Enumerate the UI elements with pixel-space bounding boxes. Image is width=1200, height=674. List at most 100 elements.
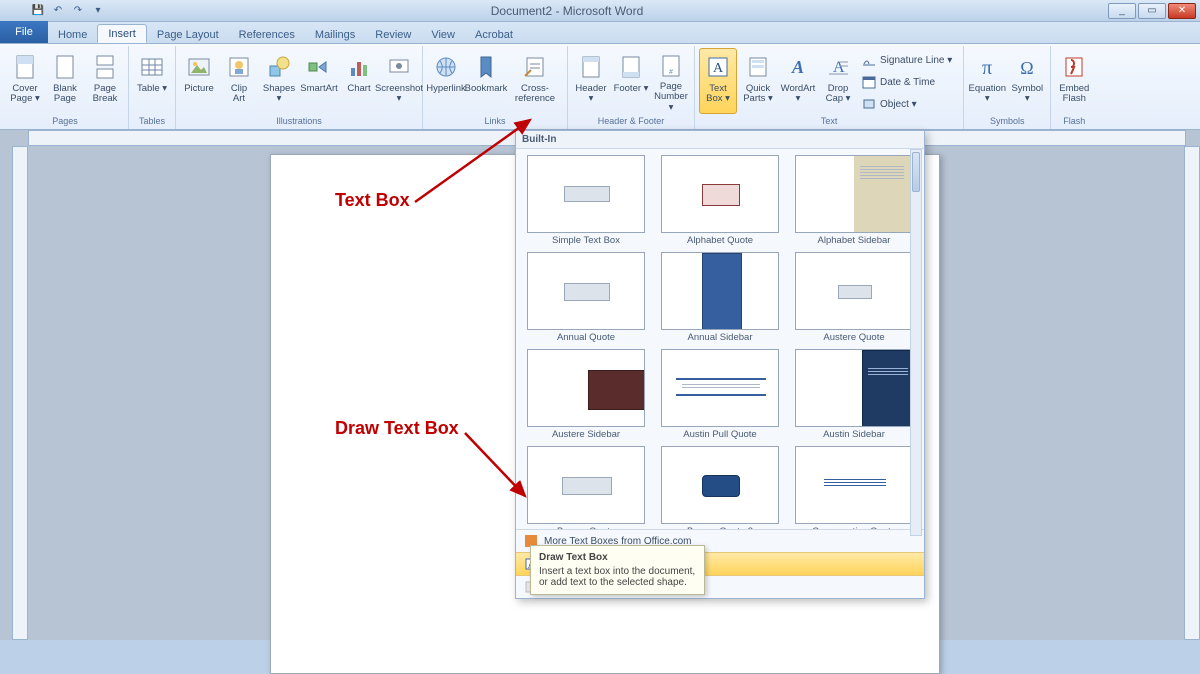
page-number-button[interactable]: # Page Number ▾: [652, 48, 690, 114]
gallery-scrollbar[interactable]: [910, 149, 922, 536]
tab-page-layout[interactable]: Page Layout: [147, 26, 229, 43]
gallery-item-conservative-quote[interactable]: Conservative Quote: [790, 446, 918, 529]
signature-line-button[interactable]: Signature Line ▾: [859, 50, 959, 70]
object-button[interactable]: Object ▾: [859, 94, 959, 114]
screenshot-icon: [385, 53, 413, 81]
ribbon-tab-strip: File Home Insert Page Layout References …: [0, 22, 1200, 44]
cover-page-icon: [11, 53, 39, 81]
svg-text:A: A: [713, 61, 724, 76]
tab-review[interactable]: Review: [365, 26, 421, 43]
svg-text:#: #: [669, 69, 673, 76]
gallery-item-simple-text-box[interactable]: Simple Text Box: [522, 155, 650, 246]
picture-icon: [185, 53, 213, 81]
gallery-item-annual-sidebar[interactable]: Annual Sidebar: [656, 252, 784, 343]
shapes-button[interactable]: Shapes ▾: [260, 48, 298, 114]
gallery-item-austin-pull-quote[interactable]: Austin Pull Quote: [656, 349, 784, 440]
gallery-item-austere-quote[interactable]: Austere Quote: [790, 252, 918, 343]
quick-parts-button[interactable]: Quick Parts ▾: [739, 48, 777, 114]
bookmark-icon: [472, 53, 500, 81]
group-pages: Cover Page ▾ Blank Page Page Break Pages: [2, 46, 129, 129]
screenshot-button[interactable]: Screenshot ▾: [380, 48, 418, 114]
quick-access-toolbar: W 💾 ↶ ↷ ▾: [26, 2, 106, 18]
svg-text:π: π: [982, 57, 992, 79]
cover-page-button[interactable]: Cover Page ▾: [6, 48, 44, 114]
table-button[interactable]: Table ▾: [133, 48, 171, 114]
symbol-icon: Ω: [1013, 53, 1041, 81]
group-text-label: Text: [695, 116, 963, 128]
window-maximize-button[interactable]: ▭: [1138, 3, 1166, 19]
ruler-vertical-left[interactable]: [12, 146, 28, 640]
cross-reference-button[interactable]: Cross-reference: [507, 48, 563, 114]
tab-insert[interactable]: Insert: [97, 24, 147, 43]
ribbon: Cover Page ▾ Blank Page Page Break Pages…: [0, 44, 1200, 130]
footer-button[interactable]: Footer ▾: [612, 48, 650, 114]
group-links: Hyperlink Bookmark Cross-reference Links: [423, 46, 568, 129]
text-box-button[interactable]: A Text Box ▾: [699, 48, 737, 114]
bookmark-button[interactable]: Bookmark: [467, 48, 505, 114]
text-box-icon: A: [704, 53, 732, 81]
gallery-grid: Simple Text Box Alphabet Quote Alphabet …: [516, 149, 924, 529]
window-title: Document2 - Microsoft Word: [491, 4, 644, 18]
equation-icon: π: [973, 53, 1001, 81]
qat-undo-button[interactable]: ↶: [50, 2, 66, 18]
gallery-item-alphabet-sidebar[interactable]: Alphabet Sidebar: [790, 155, 918, 246]
clip-art-icon: [225, 53, 253, 81]
signature-icon: [862, 53, 876, 67]
gallery-item-braces-quote[interactable]: Braces Quote: [522, 446, 650, 529]
tab-file[interactable]: File: [0, 21, 48, 43]
smartart-icon: [305, 53, 333, 81]
chart-icon: [345, 53, 373, 81]
blank-page-button[interactable]: Blank Page: [46, 48, 84, 114]
page-break-button[interactable]: Page Break: [86, 48, 124, 114]
header-button[interactable]: Header ▾: [572, 48, 610, 114]
gallery-item-austere-sidebar[interactable]: Austere Sidebar: [522, 349, 650, 440]
gallery-item-braces-quote-2[interactable]: Braces Quote 2: [656, 446, 784, 529]
group-header-footer: Header ▾ Footer ▾ # Page Number ▾ Header…: [568, 46, 695, 129]
svg-text:A: A: [791, 57, 804, 77]
group-links-label: Links: [423, 116, 567, 128]
tooltip-body: Insert a text box into the document, or …: [539, 566, 696, 588]
tab-acrobat[interactable]: Acrobat: [465, 26, 523, 43]
group-illustrations-label: Illustrations: [176, 116, 422, 128]
tab-references[interactable]: References: [229, 26, 305, 43]
header-icon: [577, 53, 605, 81]
gallery-item-alphabet-quote[interactable]: Alphabet Quote: [656, 155, 784, 246]
group-flash-label: Flash: [1051, 116, 1097, 128]
tooltip-title: Draw Text Box: [539, 552, 696, 563]
page-number-icon: #: [657, 53, 685, 79]
drop-cap-button[interactable]: A Drop Cap ▾: [819, 48, 857, 114]
tab-home[interactable]: Home: [48, 26, 97, 43]
symbol-button[interactable]: Ω Symbol ▾: [1008, 48, 1046, 114]
wordart-icon: A: [784, 53, 812, 81]
text-box-gallery-dropdown: Built-In Simple Text Box Alphabet Quote …: [515, 130, 925, 599]
object-icon: [862, 97, 876, 111]
wordart-button[interactable]: A WordArt ▾: [779, 48, 817, 114]
hyperlink-button[interactable]: Hyperlink: [427, 48, 465, 114]
ruler-vertical-right[interactable]: [1184, 146, 1200, 640]
chart-button[interactable]: Chart: [340, 48, 378, 114]
picture-button[interactable]: Picture: [180, 48, 218, 114]
date-time-button[interactable]: Date & Time: [859, 72, 959, 92]
qat-customize-button[interactable]: ▾: [90, 2, 106, 18]
equation-button[interactable]: π Equation ▾: [968, 48, 1006, 114]
gallery-item-austin-sidebar[interactable]: Austin Sidebar: [790, 349, 918, 440]
group-text: A Text Box ▾ Quick Parts ▾ A WordArt ▾ A…: [695, 46, 964, 129]
blank-page-icon: [51, 53, 79, 81]
group-tables: Table ▾ Tables: [129, 46, 176, 129]
group-pages-label: Pages: [2, 116, 128, 128]
group-symbols: π Equation ▾ Ω Symbol ▾ Symbols: [964, 46, 1051, 129]
shapes-icon: [265, 53, 293, 81]
window-close-button[interactable]: ✕: [1168, 3, 1196, 19]
clip-art-button[interactable]: Clip Art: [220, 48, 258, 114]
tab-view[interactable]: View: [421, 26, 465, 43]
gallery-section-header: Built-In: [516, 131, 924, 149]
gallery-item-annual-quote[interactable]: Annual Quote: [522, 252, 650, 343]
embed-flash-button[interactable]: Embed Flash: [1055, 48, 1093, 114]
window-minimize-button[interactable]: _: [1108, 3, 1136, 19]
group-tables-label: Tables: [129, 116, 175, 128]
tab-mailings[interactable]: Mailings: [305, 26, 365, 43]
smartart-button[interactable]: SmartArt: [300, 48, 338, 114]
cross-reference-icon: [521, 53, 549, 81]
qat-save-button[interactable]: 💾: [30, 2, 46, 18]
qat-redo-button[interactable]: ↷: [70, 2, 86, 18]
